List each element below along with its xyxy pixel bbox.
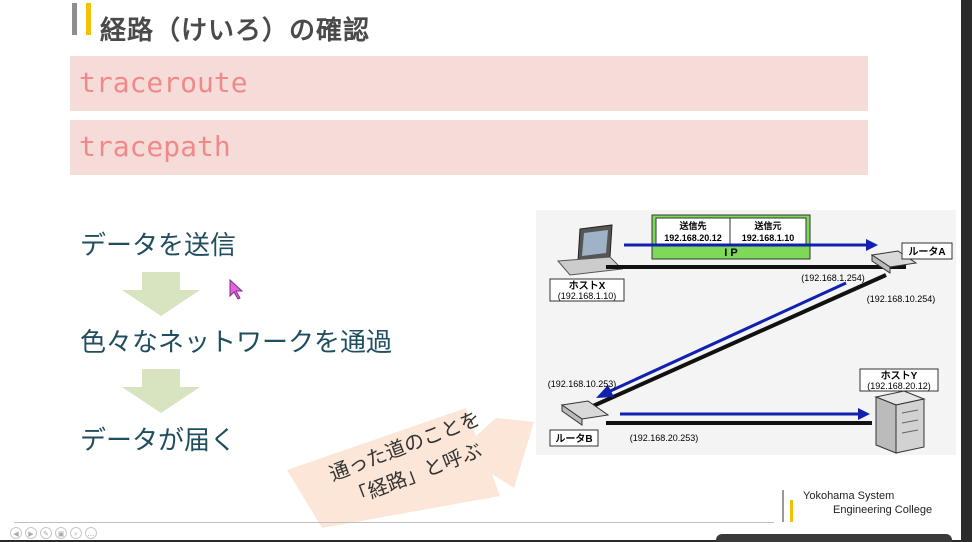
router-b-addr-out: (192.168.20.253) <box>630 433 699 443</box>
step-pass-networks: 色々なネットワークを通過 <box>80 328 393 358</box>
slides-icon[interactable]: ▣ <box>55 527 67 539</box>
router-icon <box>560 400 610 426</box>
slide-canvas: 経路（けいろ）の確認 traceroute tracepath データを送信 色… <box>0 0 961 540</box>
command-text: tracepath <box>79 130 231 163</box>
window-frame-right <box>961 0 972 540</box>
title-accent-gray <box>72 3 77 35</box>
command-box-traceroute: traceroute <box>70 56 868 111</box>
command-box-tracepath: tracepath <box>70 120 868 175</box>
router-a-label: ルータA <box>908 246 945 258</box>
router-a-addr-in: (192.168.1.254) <box>801 273 865 283</box>
step-data-arrives: データが届く <box>80 426 237 456</box>
college-line-1: Yokohama System <box>803 490 895 502</box>
college-line-2: Engineering College <box>833 504 933 516</box>
ip-dst-label: 送信先 <box>678 220 706 231</box>
logo-bar-yellow <box>790 500 793 522</box>
down-arrow-icon <box>122 272 200 316</box>
more-icon[interactable]: … <box>85 527 97 539</box>
ip-dst-addr: 192.168.20.12 <box>664 233 722 243</box>
command-text: traceroute <box>79 66 248 99</box>
down-arrow-icon <box>122 369 200 413</box>
footer-divider <box>14 522 774 523</box>
college-logo-text: Yokohama System Engineering College <box>803 489 932 517</box>
logo-bar-gray <box>782 490 784 522</box>
title-accent-yellow <box>86 3 91 35</box>
host-x-addr: (192.168.1.10) <box>558 291 617 301</box>
router-b-label: ルータB <box>555 433 592 445</box>
server-icon <box>874 390 926 454</box>
zoom-icon[interactable]: ⌕ <box>70 527 82 539</box>
slideshow-toolbar: ◀ ▶ ✎ ▣ ⌕ … <box>10 527 97 540</box>
router-a-addr-out: (192.168.10.254) <box>867 294 936 304</box>
host-y-addr: (192.168.20.12) <box>867 381 931 391</box>
next-icon[interactable]: ▶ <box>25 527 37 539</box>
ip-protocol-label: I P <box>724 247 737 259</box>
bottom-panel-tab <box>716 534 952 542</box>
ip-src-label: 送信元 <box>753 220 781 231</box>
mouse-pointer-icon <box>229 279 244 300</box>
ip-src-addr: 192.168.1.10 <box>742 233 795 243</box>
pen-icon[interactable]: ✎ <box>40 527 52 539</box>
previous-icon[interactable]: ◀ <box>10 527 22 539</box>
step-send-data: データを送信 <box>80 231 237 261</box>
router-b-addr-in: (192.168.10.253) <box>548 379 617 389</box>
slide-title: 経路（けいろ）の確認 <box>100 16 371 46</box>
network-diagram: 送信先 192.168.20.12 送信元 192.168.1.10 I P ル… <box>548 214 953 454</box>
